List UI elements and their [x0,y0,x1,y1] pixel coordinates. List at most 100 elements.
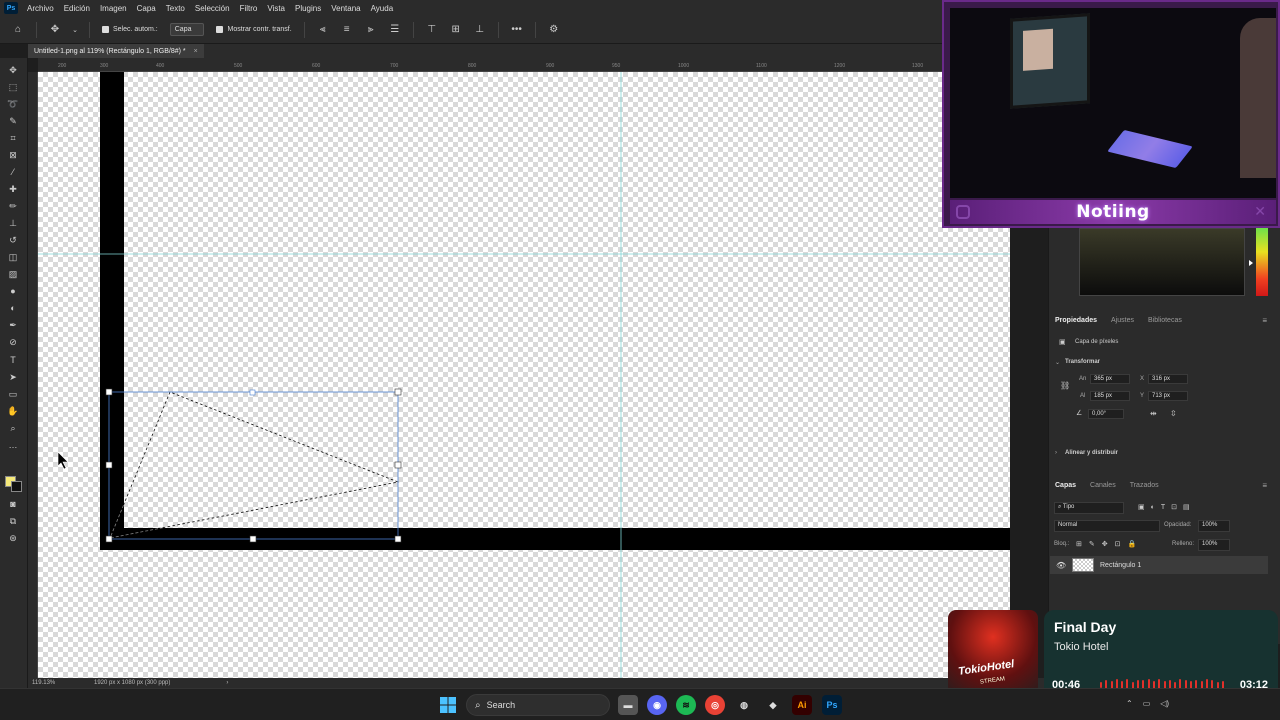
photoshop-taskbar-icon[interactable]: Ps [822,695,842,715]
x-input[interactable]: 316 px [1148,374,1188,384]
more-options-icon[interactable]: ••• [509,22,525,38]
align-top-icon[interactable]: ⊤ [424,22,440,38]
brush-tool-icon[interactable]: ✏ [6,200,20,212]
zoom-level[interactable]: 119.13% [32,680,82,686]
panel-menu-icon[interactable]: ≡ [1255,481,1274,490]
pen-tool-icon[interactable]: ✒ [6,319,20,331]
quick-select-tool-icon[interactable]: ✎ [6,115,20,127]
gradient-tool-icon[interactable]: ▨ [6,268,20,280]
layer-filter-icons[interactable]: ▣◐T⊡▤ [1138,503,1196,511]
align-middle-icon[interactable]: ⊞ [448,22,464,38]
rectangle-tool-icon[interactable]: ▭ [6,388,20,400]
history-brush-tool-icon[interactable]: ↺ [6,234,20,246]
move-tool-icon[interactable]: ✥ [6,64,20,76]
menu-plugins[interactable]: Plugins [290,4,326,13]
menu-vista[interactable]: Vista [262,4,290,13]
menu-texto[interactable]: Texto [161,4,190,13]
auto-select-dropdown[interactable]: Capa [169,23,205,36]
tab-bibliotecas[interactable]: Bibliotecas [1141,317,1189,324]
layer-row[interactable]: 👁 Rectángulo 1 [1050,556,1268,574]
height-input[interactable]: 185 px [1090,391,1130,401]
menu-archivo[interactable]: Archivo [22,4,59,13]
path-select-tool-icon[interactable]: ➤ [6,371,20,383]
canvas[interactable] [38,72,1010,678]
type-tool-icon[interactable]: T [6,354,20,366]
menu-seleccion[interactable]: Selección [190,4,235,13]
lasso-tool-icon[interactable]: ➰ [6,98,20,110]
color-picker-field[interactable] [1079,228,1245,296]
chevron-right-icon[interactable]: › [226,680,228,686]
quick-mask-icon[interactable]: ◙ [6,498,20,510]
menu-capa[interactable]: Capa [132,4,161,13]
stamp-tool-icon[interactable]: ⊥ [6,217,20,229]
show-transform-checkbox[interactable]: Mostrar contr. transf. [216,26,292,33]
chevron-down-icon[interactable]: ⌄ [71,22,79,38]
close-icon[interactable]: × [194,48,198,55]
hand-tool-icon[interactable]: ✋ [6,405,20,417]
align-bottom-icon[interactable]: ⊥ [472,22,488,38]
link-icon[interactable]: ⛓ [1060,381,1070,390]
chevron-right-icon[interactable]: › [1055,450,1057,456]
more-tools-icon[interactable]: … [6,439,20,451]
y-input[interactable]: 713 px [1148,391,1188,401]
checkbox-box[interactable] [102,26,109,33]
fill-input[interactable]: 100% [1198,539,1230,551]
windows-start-icon[interactable] [438,695,458,715]
edit-toolbar-icon[interactable]: ⊛ [6,532,20,544]
obs-icon[interactable]: ◍ [734,695,754,715]
chevron-up-icon[interactable]: ⌃ [1126,699,1133,708]
move-tool-icon[interactable]: ✥ [47,22,63,38]
align-left-icon[interactable]: ⫷ [315,22,331,38]
healing-brush-tool-icon[interactable]: ✚ [6,183,20,195]
panel-menu-icon[interactable]: ≡ [1255,316,1274,325]
checkbox-box[interactable] [216,26,224,33]
chevron-down-icon[interactable]: ⌄ [1055,359,1060,366]
file-explorer-icon[interactable]: ▬ [618,695,638,715]
menu-filtro[interactable]: Filtro [235,4,263,13]
document-tab[interactable]: Untitled-1.png al 119% (Rectángulo 1, RG… [28,44,204,58]
steam-icon[interactable]: ◆ [763,695,783,715]
volume-icon[interactable]: ◁) [1160,699,1169,708]
tab-capas[interactable]: Capas [1048,482,1083,489]
tab-trazados[interactable]: Trazados [1123,482,1166,489]
dodge-tool-icon[interactable]: ◐ [6,302,20,314]
menu-edicion[interactable]: Edición [59,4,95,13]
width-input[interactable]: 365 px [1090,374,1130,384]
menu-imagen[interactable]: Imagen [95,4,132,13]
network-icon[interactable]: ▭ [1143,699,1151,708]
hue-slider-marker[interactable] [1249,260,1253,266]
taskbar-search[interactable]: ⌕ Search [466,694,610,716]
gear-icon[interactable]: ⚙ [546,22,562,38]
discord-icon[interactable]: ◉ [647,695,667,715]
flip-horizontal-icon[interactable]: ⇹ [1150,409,1157,418]
eyedropper-tool-icon[interactable]: ⁄ [6,166,20,178]
illustrator-icon[interactable]: Ai [792,695,812,715]
layer-filter-dropdown[interactable]: ⌕ Tipo [1054,502,1124,514]
chrome-icon[interactable]: ◎ [705,695,725,715]
zoom-tool-icon[interactable]: ⌕ [6,422,20,434]
tab-ajustes[interactable]: Ajustes [1104,317,1141,324]
lock-icons[interactable]: ⊞✎✥⊡🔒 [1076,540,1143,548]
spotify-icon[interactable]: ≋ [676,695,696,715]
blend-mode-dropdown[interactable]: Normal [1054,520,1160,532]
flip-vertical-icon[interactable]: ⇳ [1170,409,1177,418]
tab-propiedades[interactable]: Propiedades [1048,317,1104,324]
distribute-icon[interactable]: ☰ [387,22,403,38]
align-center-icon[interactable]: ≡ [339,22,355,38]
opacity-input[interactable]: 100% [1198,520,1230,532]
pen-alt-tool-icon[interactable]: ⊘ [6,336,20,348]
frame-tool-icon[interactable]: ⊠ [6,149,20,161]
home-icon[interactable]: ⌂ [10,22,26,38]
hue-slider[interactable] [1256,228,1268,296]
menu-ventana[interactable]: Ventana [326,4,365,13]
screen-mode-icon[interactable]: ⧉ [6,515,20,527]
menu-ayuda[interactable]: Ayuda [366,4,399,13]
align-right-icon[interactable]: ⫸ [363,22,379,38]
marquee-tool-icon[interactable]: ⬚ [6,81,20,93]
align-section-title[interactable]: Alinear y distribuir [1065,450,1118,456]
tab-canales[interactable]: Canales [1083,482,1123,489]
crop-tool-icon[interactable]: ⌗ [6,132,20,144]
eye-icon[interactable]: 👁 [1056,561,1066,570]
angle-input[interactable]: 0,00° [1088,409,1124,419]
auto-select-checkbox[interactable]: Selec. autom.: [102,26,158,33]
